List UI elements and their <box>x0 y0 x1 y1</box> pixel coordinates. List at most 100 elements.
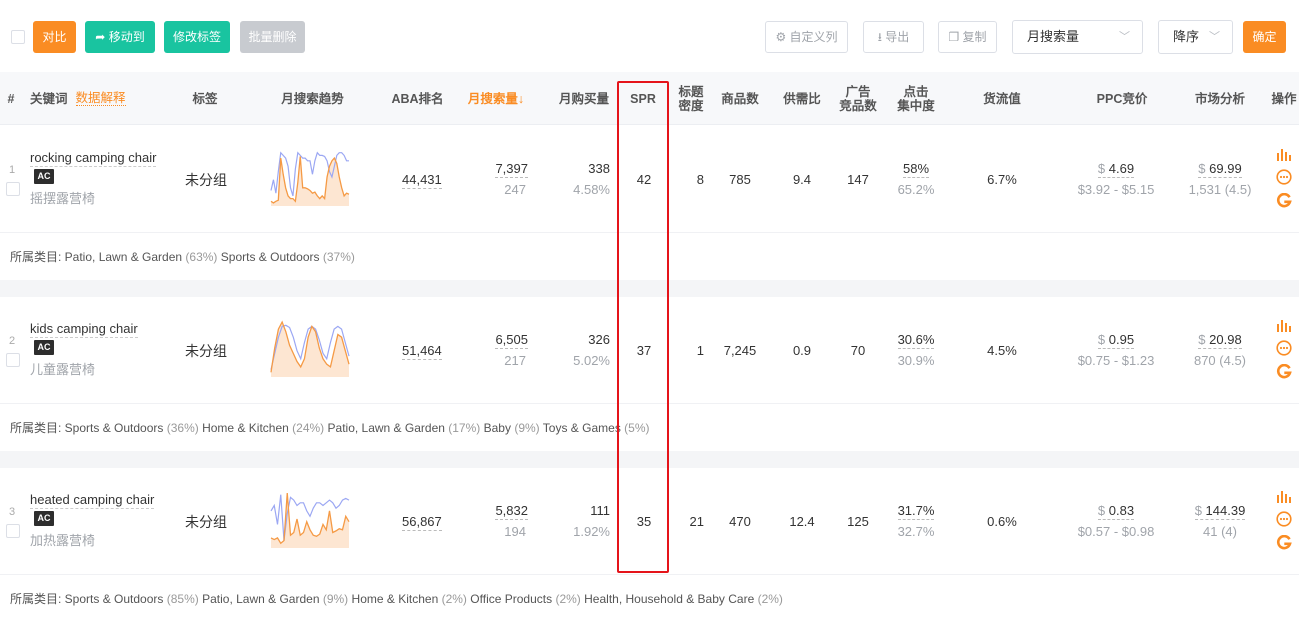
table-row: 2 kids camping chair AC 儿童露营椅 未分组 51,464… <box>0 297 1299 403</box>
copy-button[interactable]: ❐ 复制 <box>938 21 997 53</box>
google-icon[interactable] <box>1276 535 1292 551</box>
google-icon[interactable] <box>1276 193 1292 209</box>
currency-symbol: $ <box>1097 503 1106 518</box>
col-title-density[interactable]: 标题 密度 <box>676 72 706 125</box>
keyword-translation: 儿童露营椅 <box>30 362 96 377</box>
col-market[interactable]: 市场分析 <box>1190 72 1250 125</box>
col-click-concentration[interactable]: 点击 集中度 <box>893 72 939 125</box>
aba-rank[interactable]: 51,464 <box>402 343 442 360</box>
category-pct: (2%) <box>757 592 783 606</box>
tag-value[interactable]: 未分组 <box>185 341 227 361</box>
product-count-value: 7,245 <box>723 343 757 358</box>
market-price: 20.98 <box>1209 332 1242 347</box>
monthly-search[interactable]: 5,832 <box>470 503 528 520</box>
ac-badge: AC <box>34 169 54 184</box>
category-name: Health, Household & Baby Care <box>584 592 755 606</box>
bar-chart-icon[interactable] <box>1276 147 1292 161</box>
trend-sparkline[interactable] <box>270 490 350 550</box>
market-price: 69.99 <box>1209 161 1242 176</box>
market-price: 144.39 <box>1205 503 1246 518</box>
col-aba[interactable]: ABA排名 <box>390 72 445 125</box>
click-concentration[interactable]: 31.7% <box>890 503 942 520</box>
monthly-search-sub: 217 <box>504 353 526 368</box>
gmv-value: 0.6% <box>987 514 1017 529</box>
sort-order-select[interactable]: 降序 ﹀ <box>1158 20 1233 54</box>
row-checkbox[interactable] <box>6 353 20 367</box>
col-keyword-label: 关键词 <box>30 91 68 106</box>
ppc-bid[interactable]: $ 4.69 <box>1066 161 1166 178</box>
category-name: Patio, Lawn & Garden <box>327 421 445 435</box>
col-gmv[interactable]: 货流值 <box>978 72 1026 125</box>
col-supply-demand[interactable]: 供需比 <box>780 72 824 125</box>
click-concentration-value: 30.6% <box>897 332 935 349</box>
ad-products-value: 70 <box>850 343 866 358</box>
col-product-count[interactable]: 商品数 <box>718 72 762 125</box>
category-name: Home & Kitchen <box>351 592 439 606</box>
confirm-button[interactable]: 确定 <box>1243 21 1286 53</box>
keyword-link[interactable]: heated camping chair <box>30 492 155 509</box>
click-concentration-value: 31.7% <box>897 503 935 520</box>
col-monthly-search[interactable]: 月搜索量↓ <box>462 72 530 125</box>
category-prefix: 所属类目: <box>10 592 65 606</box>
market-analysis[interactable]: $ 69.99 <box>1180 161 1260 178</box>
more-icon[interactable] <box>1276 511 1292 527</box>
batch-delete-button[interactable]: 批量删除 <box>240 21 305 53</box>
more-icon[interactable] <box>1276 169 1292 185</box>
monthly-search[interactable]: 6,505 <box>470 332 528 349</box>
col-ad-products[interactable]: 广告 竞品数 <box>836 72 880 125</box>
data-explain-link[interactable]: 数据解释 <box>75 91 126 106</box>
product-count-value: 785 <box>729 172 751 187</box>
export-button[interactable]: ⭳ 导出 <box>863 21 924 53</box>
edit-tag-button[interactable]: 修改标签 <box>164 21 230 53</box>
click-concentration-sub: 30.9% <box>897 353 935 368</box>
trend-sparkline[interactable] <box>270 319 350 379</box>
gmv-value: 6.7% <box>987 172 1017 187</box>
click-concentration-sub: 32.7% <box>897 524 935 539</box>
ppc-bid[interactable]: $ 0.83 <box>1066 503 1166 520</box>
tag-value[interactable]: 未分组 <box>185 512 227 532</box>
category-pct: (37%) <box>322 250 355 264</box>
category-name: Baby <box>483 421 511 435</box>
monthly-search[interactable]: 7,397 <box>470 161 528 178</box>
compare-button[interactable]: 对比 <box>33 21 76 53</box>
purchase-rate: 5.02% <box>573 353 610 368</box>
keyword-link[interactable]: rocking camping chair <box>30 150 157 167</box>
more-icon[interactable] <box>1276 340 1292 356</box>
tag-value[interactable]: 未分组 <box>185 170 227 190</box>
ppc-bid[interactable]: $ 0.95 <box>1066 332 1166 349</box>
move-to-button[interactable]: ➦ 移动到 <box>85 21 155 53</box>
move-to-label: 移动到 <box>108 30 145 44</box>
monthly-purchase: 326 <box>588 332 610 347</box>
click-concentration[interactable]: 30.6% <box>890 332 942 349</box>
custom-columns-button[interactable]: ⚙ 自定义列 <box>765 21 848 53</box>
monthly-search-sub: 247 <box>504 182 526 197</box>
google-icon[interactable] <box>1276 364 1292 380</box>
bar-chart-icon[interactable] <box>1276 489 1292 503</box>
sort-order-value: 降序 <box>1173 29 1200 44</box>
table-row: 1 rocking camping chair AC 摇摆露营椅 未分组 44,… <box>0 126 1299 232</box>
market-analysis[interactable]: $ 20.98 <box>1180 332 1260 349</box>
col-ppc[interactable]: PPC竞价 <box>1090 72 1154 125</box>
category-name: Office Products <box>470 592 553 606</box>
col-spr[interactable]: SPR <box>625 72 661 125</box>
row-checkbox[interactable] <box>6 524 20 538</box>
row-checkbox[interactable] <box>6 182 20 196</box>
category-pct: (17%) <box>448 421 481 435</box>
trend-sparkline[interactable] <box>270 148 350 208</box>
table-header: # 关键词 数据解释 标签 月搜索趋势 ABA排名 月搜索量↓ 月购买量 SPR… <box>0 72 1299 125</box>
aba-rank[interactable]: 56,867 <box>402 514 442 531</box>
category-name: Sports & Outdoors <box>220 250 320 264</box>
aba-rank[interactable]: 44,431 <box>402 172 442 189</box>
market-analysis[interactable]: $ 144.39 <box>1180 503 1260 520</box>
bar-chart-icon[interactable] <box>1276 318 1292 332</box>
category-name: Toys & Games <box>542 421 621 435</box>
click-concentration[interactable]: 58% <box>890 161 942 178</box>
col-monthly-purchase[interactable]: 月购买量 <box>556 72 612 125</box>
title-density-value: 8 <box>696 172 704 187</box>
sort-field-select[interactable]: 月搜索量 ﹀ <box>1012 20 1143 54</box>
category-pct: (9%) <box>322 592 349 606</box>
keyword-translation: 加热露营椅 <box>30 533 96 548</box>
select-all-checkbox[interactable] <box>11 30 25 44</box>
keyword-link[interactable]: kids camping chair <box>30 321 138 338</box>
col-ops: 操作 <box>1271 91 1297 106</box>
